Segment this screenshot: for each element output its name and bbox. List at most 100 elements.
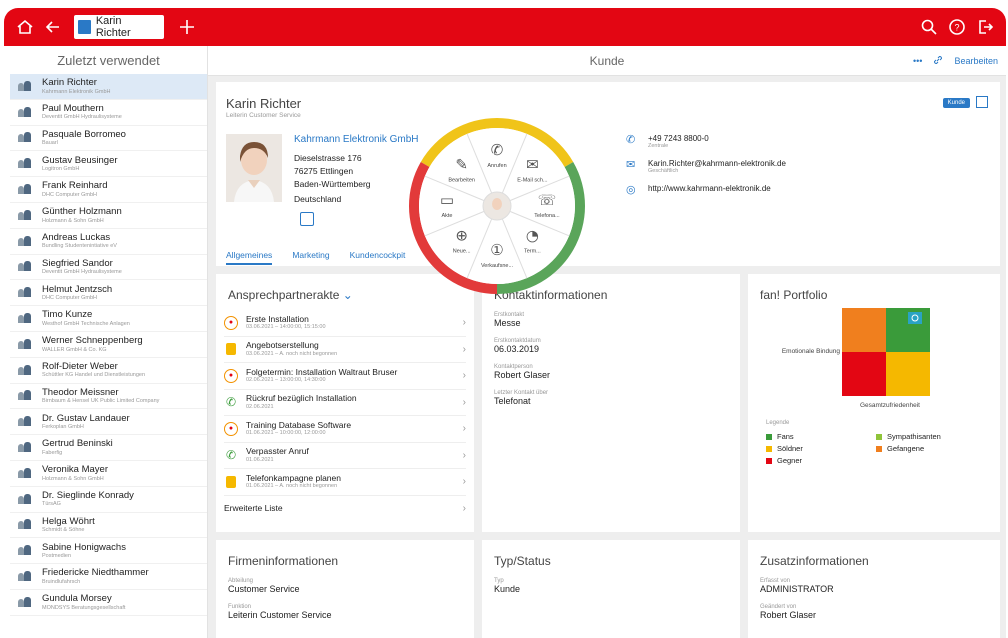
phone-icon: ✆ (491, 141, 504, 159)
state: Baden-Württemberg (294, 179, 371, 189)
search-icon[interactable] (918, 16, 940, 38)
company-info-title: Firmeninformationen (228, 554, 339, 568)
phone-log-icon: ☏ (538, 191, 557, 209)
sidebar-item[interactable]: Günther Holzmann Holzmann & Sohn GmbH (10, 203, 207, 229)
sidebar-item[interactable]: Friedericke Niedthammer Bruindlufahrsch (10, 564, 207, 590)
sidebar-item[interactable]: Paul Mouthern Deventit GmbH Hydraulisyste… (10, 100, 207, 126)
activity-row[interactable]: ✆ Rückruf bezüglich Installation 02.06.202… (224, 390, 466, 416)
legend-swatch (766, 433, 772, 440)
web-row[interactable]: ◎ http://www.kahrmann-elektronik.de (626, 184, 786, 196)
info-field: Erstkontaktdatum 06.03.2019 (494, 338, 728, 354)
activity-title: Angebotserstellung (246, 340, 319, 351)
sidebar-item-name: Pasquale Borromeo (42, 128, 126, 140)
appointment-icon: ● (224, 368, 238, 383)
radial-action-calendar-clock[interactable]: ◔ Term... (524, 226, 541, 254)
activity-row[interactable]: Angebotserstellung 03.06.2021 – A. noch n… (224, 337, 466, 363)
company-link[interactable]: Kahrmann Elektronik GmbH (294, 134, 419, 145)
sidebar-item[interactable]: Timo Kunze Westhof GmbH Technische Anlage… (10, 306, 207, 332)
sidebar-item-name: Dr. Sieglinde Konrady (42, 489, 134, 501)
activity-row[interactable]: ● Folgetermin: Installation Waltraut Brus… (224, 363, 466, 390)
activity-subtitle: 02.06.2021 (246, 403, 274, 410)
activity-row[interactable]: ● Training Database Software 01.06.2021 – … (224, 416, 466, 443)
info-field-value: ADMINISTRATOR (760, 584, 834, 594)
logout-icon[interactable] (974, 16, 996, 38)
sidebar-item[interactable]: Werner Schneppenberg WALLER GmbH & Co. KG (10, 332, 207, 358)
contact-avatar-icon (18, 235, 32, 247)
sidebar-item-name: Veronika Mayer (42, 464, 109, 476)
sidebar-item[interactable]: Karin Richter Kahrmann Elektronik GmbH (10, 74, 207, 100)
radial-action-folder[interactable]: ▭ Akte (440, 191, 454, 219)
sidebar-item-text: Paul Mouthern Deventit GmbH Hydraulisyste… (42, 103, 122, 121)
sidebar-item[interactable]: Frank Reinhard DHC Computer GmbH (10, 177, 207, 203)
radial-action-menu: ✆ Anrufen ✉ E-Mail sch... ☏ Telefona... ◔ Term.… (408, 117, 586, 295)
contact-avatar-icon (18, 467, 32, 479)
contact-photo (226, 134, 282, 202)
sidebar-item-name: Helmut Jentzsch (42, 283, 113, 295)
sidebar-item[interactable]: Dr. Gustav Landauer Ferkoplan GmbH (10, 409, 207, 436)
sidebar-item-company: Deventit GmbH Hydraulisysteme (42, 114, 122, 121)
phone-type: Zentrale (648, 143, 669, 149)
email-row[interactable]: ✉ Karin.Richter@kahrmann-elektronik.de G… (626, 159, 786, 174)
open-external-icon[interactable] (976, 96, 988, 108)
sidebar-item[interactable]: Pasquale Borromeo Bauarl (10, 126, 207, 152)
activity-text: Training Database Software 01.06.2021 – 1… (246, 420, 463, 437)
appointment-icon: ● (224, 421, 238, 436)
sidebar-item[interactable]: Veronika Mayer Holzmann & Sohn GmbH (10, 461, 207, 487)
sidebar-item[interactable]: Gustav Beusinger Logitron GmbH (10, 151, 207, 178)
sidebar-item[interactable]: Helga Wöhrt Schmidt & Söhne (10, 513, 207, 539)
sidebar-item[interactable]: Dr. Sieglinde Konrady TürsAG (10, 487, 207, 513)
help-icon[interactable]: ? (946, 16, 968, 38)
legend-swatch (876, 445, 882, 452)
radial-action-label: E-Mail sch... (517, 178, 548, 184)
sidebar-item-text: Siegfried Sandor Deventit GmbH Hydraulisy… (42, 258, 122, 275)
sidebar-item-text: Timo Kunze Westhof GmbH Technische Anlage… (42, 309, 130, 326)
sidebar-item-text: Theodor Meissner Birnbaum & Hensel UK Pub… (42, 387, 159, 404)
link-icon[interactable] (932, 54, 944, 68)
activity-text: Angebotserstellung 03.06.2021 – A. noch n… (246, 340, 463, 357)
new-tab-plus-icon[interactable] (176, 16, 198, 38)
info-field-value: Kunde (494, 584, 521, 594)
extended-list-link[interactable]: Erweiterte Liste › (224, 496, 466, 523)
sidebar-item[interactable]: Gertrud Beninski Faberfig (10, 435, 207, 461)
sidebar-item[interactable]: Andreas Luckas Bundling Studentenintiativ… (10, 229, 207, 255)
legend-swatch (876, 433, 882, 440)
sidebar-item[interactable]: Siegfried Sandor Deventit GmbH Hydraulisy… (10, 255, 207, 281)
home-icon[interactable] (14, 16, 36, 38)
activity-row[interactable]: Telefonkampagne planen 01.06.2021 – A. no… (224, 469, 466, 496)
sidebar-item[interactable]: Theodor Meissner Birnbaum & Hensel UK Pub… (10, 384, 207, 410)
activity-subtitle: 03.06.2021 – 14:00:00, 15:15:00 (246, 324, 326, 331)
activity-row[interactable]: ● Erste Installation 03.06.2021 – 14:00:00… (224, 310, 466, 337)
edit-button[interactable]: Bearbeiten (954, 56, 998, 66)
legend-label: Fans (777, 432, 794, 441)
legend-item: Söldner (766, 444, 876, 453)
more-options-button[interactable]: ••• (913, 56, 922, 66)
back-arrow-icon[interactable] (42, 16, 64, 38)
new-entry-icon: ⊕ (455, 226, 468, 244)
sidebar-item-company: DHC Computer GmbH (42, 294, 98, 301)
sidebar-item[interactable]: Sabine Honigwachs Postmedien (10, 538, 207, 565)
tab-kundencockpit[interactable]: Kundencockpit (350, 250, 406, 265)
contact-avatar-icon (18, 80, 32, 92)
sidebar-item[interactable]: Rolf-Dieter Weber Schüttler KG Handel und… (10, 358, 207, 384)
chevron-down-icon[interactable]: ⌄ (343, 288, 353, 302)
globe-icon: ◎ (626, 184, 636, 196)
vcard-icon[interactable] (300, 212, 314, 226)
sidebar-item-text: Werner Schneppenberg WALLER GmbH & Co. KG (42, 335, 143, 352)
sidebar-item-company: Bundling Studentenintiative eV (42, 243, 117, 250)
sidebar-item[interactable]: Helmut Jentzsch DHC Computer GmbH (10, 280, 207, 307)
activity-text: Folgetermin: Installation Waltraut Bruse… (246, 367, 463, 384)
company-info-fields: Abteilung Customer Service Funktion Leiteri… (216, 578, 474, 620)
tab-allgemeines[interactable]: Allgemeines (226, 250, 273, 265)
sidebar-item[interactable]: Gundula Morsey MONDSYS Beratungsgesellsch… (10, 590, 207, 616)
tab-karin-richter[interactable]: Karin Richter (74, 15, 164, 39)
sidebar-item-text: Gundula Morsey MONDSYS Beratungsgesellsch… (42, 593, 125, 610)
tab-marketing[interactable]: Marketing (292, 250, 329, 265)
contact-avatar-icon (18, 390, 32, 401)
phone-row[interactable]: ✆ +49 7243 8800-0 Zentrale (626, 134, 786, 149)
status-badge: Kunde (942, 98, 970, 108)
activity-row[interactable]: ✆ Verpasster Anruf 01.06.2021 › (224, 443, 466, 469)
sidebar-item-text: Günther Holzmann Holzmann & Sohn GmbH (42, 206, 122, 223)
radial-action-phone-log[interactable]: ☏ Telefona... (534, 191, 560, 219)
radial-action-label: Telefona... (534, 213, 560, 219)
sidebar-item-text: Gustav Beusinger Logitron GmbH (42, 155, 118, 172)
